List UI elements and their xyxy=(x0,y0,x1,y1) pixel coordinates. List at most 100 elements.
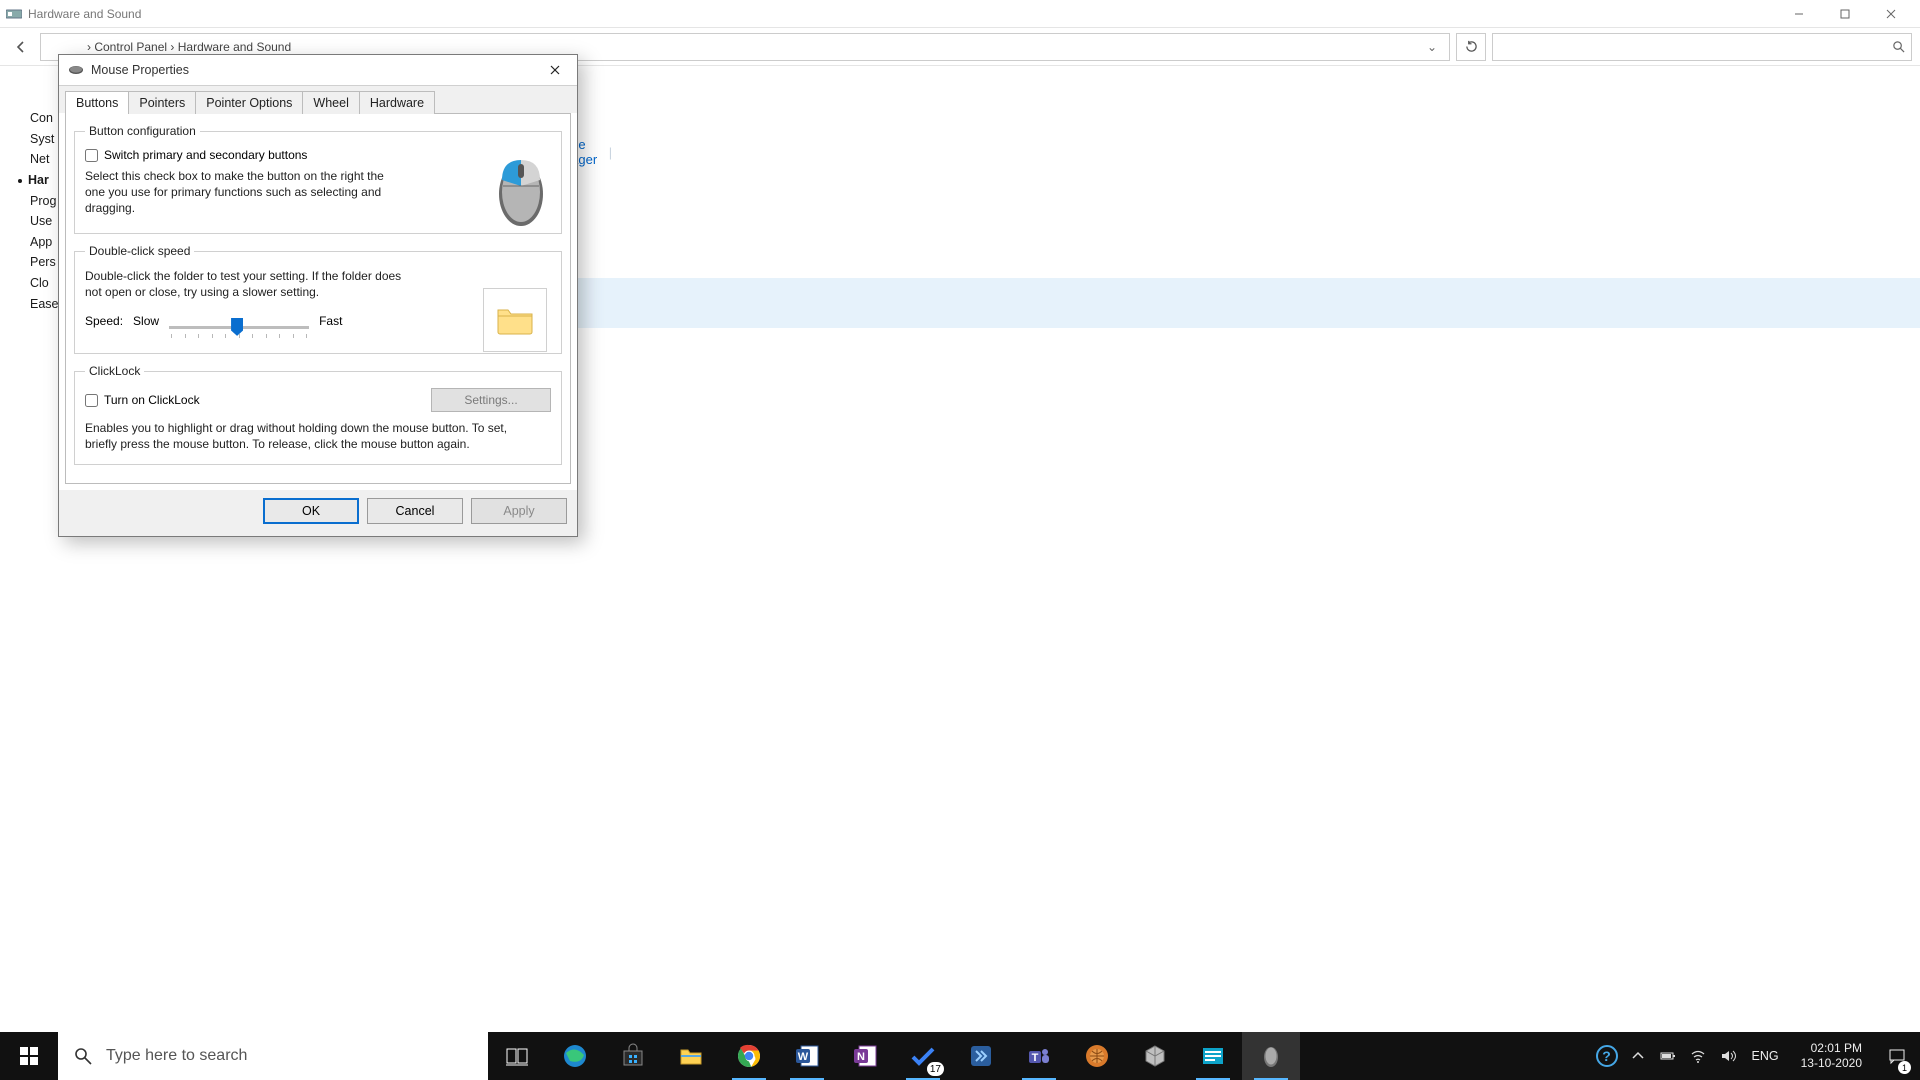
chrome-icon[interactable] xyxy=(720,1032,778,1080)
mouse-icon xyxy=(67,64,85,76)
nav-item[interactable]: Prog xyxy=(30,191,59,212)
apply-button: Apply xyxy=(471,498,567,524)
onenote-icon[interactable]: N xyxy=(836,1032,894,1080)
maximize-button[interactable] xyxy=(1822,1,1868,27)
todo-icon[interactable]: 17 xyxy=(894,1032,952,1080)
taskbar-search[interactable]: Type here to search xyxy=(58,1032,488,1080)
nav-item[interactable]: Har xyxy=(18,170,59,191)
tab-strip: Buttons Pointers Pointer Options Wheel H… xyxy=(59,85,577,113)
group-legend: ClickLock xyxy=(85,364,144,378)
nav-item[interactable]: Con xyxy=(30,108,59,129)
dialog-titlebar[interactable]: Mouse Properties xyxy=(59,55,577,85)
nav-item[interactable]: Pers xyxy=(30,252,59,273)
slow-label: Slow xyxy=(133,314,159,328)
notifications-button[interactable]: 1 xyxy=(1880,1032,1914,1080)
back-button[interactable] xyxy=(8,34,34,60)
tab-wheel[interactable]: Wheel xyxy=(302,91,359,114)
svg-text:N: N xyxy=(857,1051,865,1063)
taskbar: Type here to search W N 17 T ? ENG 02:01… xyxy=(0,1032,1920,1080)
nav-item[interactable]: Syst xyxy=(30,129,59,150)
tab-pointers[interactable]: Pointers xyxy=(128,91,196,114)
edge-icon[interactable] xyxy=(546,1032,604,1080)
doubleclick-test-folder[interactable] xyxy=(483,288,547,352)
mouse-illustration xyxy=(495,152,547,228)
svg-text:W: W xyxy=(798,1051,809,1063)
group-clicklock: ClickLock Turn on ClickLock Settings... … xyxy=(74,364,562,465)
start-button[interactable] xyxy=(0,1032,58,1080)
teams-icon[interactable]: T xyxy=(1010,1032,1068,1080)
wifi-icon[interactable] xyxy=(1688,1046,1708,1066)
app-icon[interactable] xyxy=(952,1032,1010,1080)
sound-category-highlight xyxy=(445,278,1920,328)
checkbox-label: Turn on ClickLock xyxy=(104,393,200,407)
parent-window-titlebar: Hardware and Sound xyxy=(0,0,1920,28)
refresh-button[interactable] xyxy=(1456,33,1486,61)
mouse-cp-icon[interactable] xyxy=(1242,1032,1300,1080)
group-legend: Double-click speed xyxy=(85,244,194,258)
dialog-close-button[interactable] xyxy=(541,58,569,82)
battery-icon[interactable] xyxy=(1658,1046,1678,1066)
nav-item[interactable]: Ease xyxy=(30,294,59,315)
tray-chevron-up-icon[interactable] xyxy=(1628,1046,1648,1066)
tab-buttons[interactable]: Buttons xyxy=(65,91,129,114)
chevron-down-icon[interactable]: ⌄ xyxy=(1421,40,1443,54)
breadcrumb-sep: › xyxy=(87,40,94,54)
checkbox-label: Switch primary and secondary buttons xyxy=(104,148,307,162)
system-tray: ? ENG 02:01 PM 13-10-2020 1 xyxy=(1596,1032,1920,1080)
volume-icon[interactable] xyxy=(1718,1046,1738,1066)
svg-text:T: T xyxy=(1032,1052,1039,1064)
group-description: Select this check box to make the button… xyxy=(85,168,395,217)
nav-item[interactable]: Clo xyxy=(30,273,59,294)
nav-item[interactable]: App xyxy=(30,232,59,253)
task-view-button[interactable] xyxy=(488,1032,546,1080)
help-icon[interactable]: ? xyxy=(1596,1045,1618,1067)
search-placeholder: Type here to search xyxy=(106,1047,247,1065)
control-panel-icon xyxy=(6,8,22,20)
group-description: Enables you to highlight or drag without… xyxy=(85,420,525,452)
group-legend: Button configuration xyxy=(85,124,200,138)
date: 13-10-2020 xyxy=(1801,1056,1862,1071)
tab-body: Button configuration Switch primary and … xyxy=(65,113,571,484)
dialog-title: Mouse Properties xyxy=(91,63,189,77)
time: 02:01 PM xyxy=(1801,1041,1862,1056)
tab-pointer-options[interactable]: Pointer Options xyxy=(195,91,303,114)
todo-badge: 17 xyxy=(927,1062,944,1076)
breadcrumb-sep: › xyxy=(167,40,178,54)
cancel-button[interactable]: Cancel xyxy=(367,498,463,524)
speed-slider[interactable] xyxy=(169,320,309,323)
minimize-button[interactable] xyxy=(1776,1,1822,27)
clicklock-settings-button: Settings... xyxy=(431,388,551,412)
group-button-config: Button configuration Switch primary and … xyxy=(74,124,562,234)
taskbar-apps: W N 17 T xyxy=(488,1032,1300,1080)
switch-buttons-checkbox[interactable]: Switch primary and secondary buttons xyxy=(85,148,551,162)
word-icon[interactable]: W xyxy=(778,1032,836,1080)
fast-label: Fast xyxy=(319,314,342,328)
language-indicator[interactable]: ENG xyxy=(1748,1049,1783,1063)
app-icon-3d[interactable] xyxy=(1126,1032,1184,1080)
close-window-button[interactable] xyxy=(1868,1,1914,27)
tab-hardware[interactable]: Hardware xyxy=(359,91,435,114)
clock[interactable]: 02:01 PM 13-10-2020 xyxy=(1793,1041,1870,1071)
app-icon-globe[interactable] xyxy=(1068,1032,1126,1080)
clicklock-checkbox[interactable]: Turn on ClickLock xyxy=(85,393,200,407)
speed-label: Speed: xyxy=(85,314,123,328)
nav-item[interactable]: Use xyxy=(30,211,59,232)
search-icon xyxy=(74,1047,92,1065)
notification-badge: 1 xyxy=(1898,1061,1911,1074)
checkbox-input[interactable] xyxy=(85,149,98,162)
ok-button[interactable]: OK xyxy=(263,498,359,524)
store-icon[interactable] xyxy=(604,1032,662,1080)
nav-item[interactable]: Net xyxy=(30,149,59,170)
left-nav: Con Syst Net Har Prog Use App Pers Clo E… xyxy=(30,108,59,314)
dialog-button-row: OK Cancel Apply xyxy=(59,490,577,536)
breadcrumb-2[interactable]: Hardware and Sound xyxy=(178,40,291,54)
search-icon xyxy=(1892,40,1905,53)
parent-window-title: Hardware and Sound xyxy=(28,7,141,21)
group-doubleclick: Double-click speed Double-click the fold… xyxy=(74,244,562,354)
file-explorer-icon[interactable] xyxy=(662,1032,720,1080)
settings-window-icon[interactable] xyxy=(1184,1032,1242,1080)
mouse-properties-dialog: Mouse Properties Buttons Pointers Pointe… xyxy=(58,54,578,537)
breadcrumb-1[interactable]: Control Panel xyxy=(94,40,167,54)
checkbox-input[interactable] xyxy=(85,394,98,407)
search-input[interactable] xyxy=(1492,33,1912,61)
